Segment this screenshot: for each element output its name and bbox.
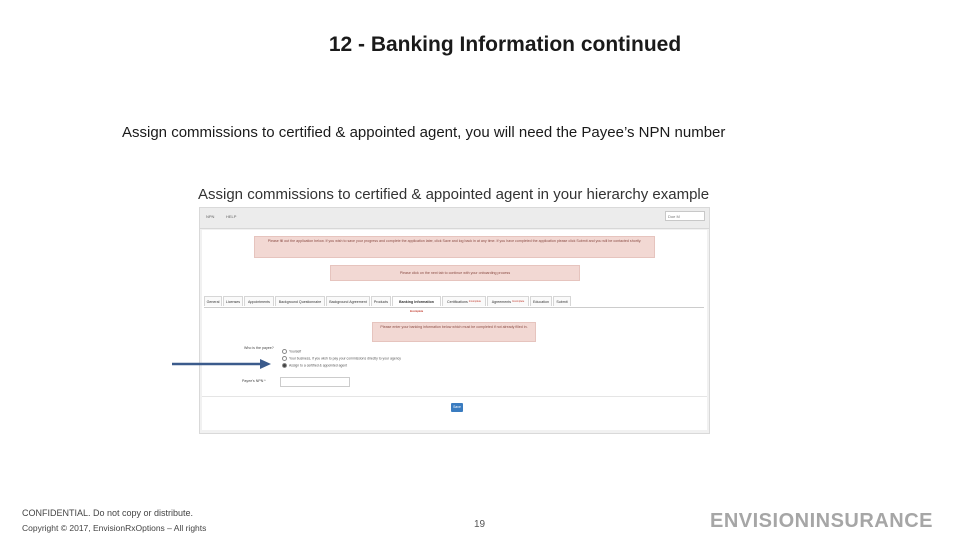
payee-npn-input[interactable] xyxy=(280,377,350,387)
tab-label: Products xyxy=(373,300,389,304)
save-button[interactable]: Save xyxy=(451,403,463,412)
tab-label: Background Questionnaire xyxy=(278,300,322,304)
instructions-alert: Please fill out the application below. I… xyxy=(254,236,655,258)
radio-button[interactable] xyxy=(282,356,287,361)
tab-label: Background Agreement xyxy=(329,300,367,304)
tab-background-agreement[interactable]: Background Agreement xyxy=(326,296,370,306)
payee-question-label: Who is the payee? xyxy=(244,346,274,350)
radio-button[interactable] xyxy=(282,349,287,354)
tab-products[interactable]: Products xyxy=(371,296,391,306)
tab-certifications[interactable]: Certifications Incomplete xyxy=(442,296,486,306)
tab-appointments[interactable]: Appointments xyxy=(244,296,274,306)
required-marker: Incomplete xyxy=(512,300,525,303)
tab-label: Banking Information xyxy=(399,300,434,304)
tab-licenses[interactable]: Licenses xyxy=(223,296,243,306)
required-marker: Incomplete xyxy=(468,300,481,303)
tab-label: Education xyxy=(533,300,549,304)
next-tab-alert: Please click on the next tab to continue… xyxy=(330,265,580,281)
search-input[interactable]: Doe M xyxy=(665,211,705,221)
application-form-page: Please fill out the application below. I… xyxy=(202,230,707,430)
tab-agreements[interactable]: Agreements Incomplete xyxy=(487,296,529,306)
slide-subtitle: Assign commissions to certified & appoin… xyxy=(122,124,726,141)
radio-option-assign-agent[interactable]: Assign to a certified & appointed agent xyxy=(282,363,347,368)
banking-info-alert: Please enter your banking information be… xyxy=(372,322,536,342)
tab-label: General xyxy=(206,300,220,304)
radio-label: Your business, if you wish to pay your c… xyxy=(289,356,402,361)
radio-option-yourself[interactable]: Yourself xyxy=(282,349,301,354)
radio-button-selected[interactable] xyxy=(282,363,287,368)
radio-option-business[interactable]: Your business, if you wish to pay your c… xyxy=(282,356,401,361)
tab-submit[interactable]: Submit xyxy=(553,296,571,306)
pointer-arrow-icon xyxy=(172,359,271,369)
copyright-notice: Copyright © 2017, EnvisionRxOptions – Al… xyxy=(22,523,207,533)
screenshot-caption: Assign commissions to certified & appoin… xyxy=(198,186,710,203)
form-divider xyxy=(202,396,707,397)
radio-label: Yourself xyxy=(289,349,302,354)
nav-item-npn[interactable]: NPN xyxy=(206,214,214,219)
slide-title: 12 - Banking Information continued xyxy=(328,33,682,56)
application-tabs: General Licenses Appointments Background… xyxy=(204,296,704,313)
envision-insurance-logo: ENVISIONINSURANCE xyxy=(710,510,933,532)
payee-npn-label: Payee’s NPN * xyxy=(242,379,266,383)
tab-general[interactable]: General xyxy=(204,296,222,306)
tab-education[interactable]: Education xyxy=(530,296,552,306)
required-marker: Incomplete xyxy=(409,310,424,313)
nav-item-help[interactable]: HELP xyxy=(226,214,236,219)
tab-label: Licenses xyxy=(225,300,241,304)
page-number: 19 xyxy=(474,519,486,530)
tab-banking-information[interactable]: Banking Information Incomplete xyxy=(392,296,441,313)
tab-label: Appointments xyxy=(248,300,270,304)
tab-label: Agreements xyxy=(491,300,512,304)
tab-background-questionnaire[interactable]: Background Questionnaire xyxy=(275,296,325,306)
app-top-bar: NPN HELP Doe M xyxy=(200,208,709,229)
embedded-screenshot: NPN HELP Doe M Please fill out the appli… xyxy=(199,207,710,434)
tab-label: Certifications xyxy=(446,300,468,304)
radio-label: Assign to a certified & appointed agent xyxy=(289,363,348,368)
confidential-notice: CONFIDENTIAL. Do not copy or distribute. xyxy=(22,508,194,518)
tab-label: Submit xyxy=(556,300,568,304)
